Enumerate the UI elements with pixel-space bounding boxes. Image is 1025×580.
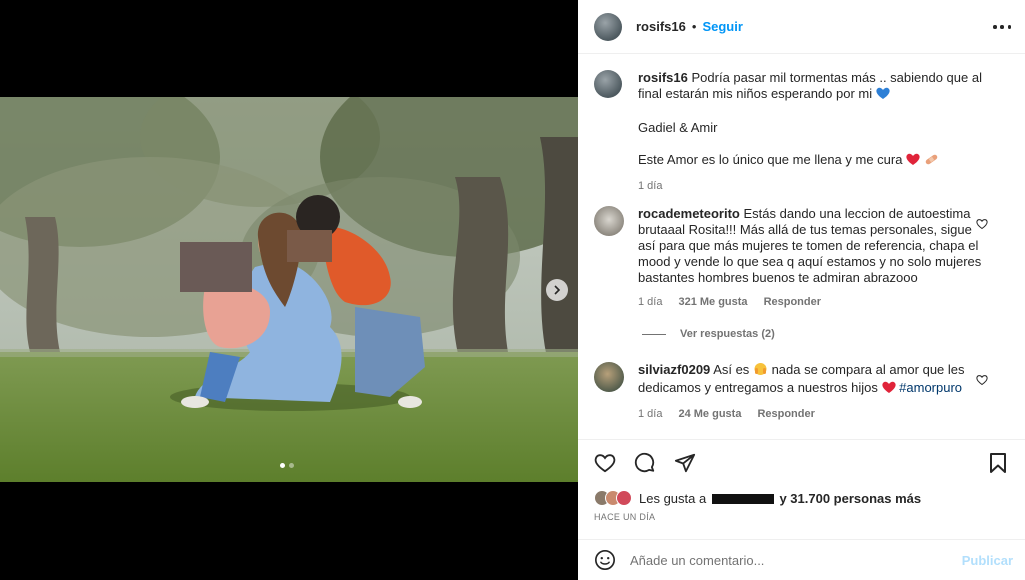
- comment-icon: [634, 452, 655, 473]
- carousel-next-button[interactable]: [546, 279, 568, 301]
- heart-icon[interactable]: [976, 218, 988, 230]
- reply-button[interactable]: Responder: [757, 406, 814, 422]
- bandage-icon: [924, 153, 939, 170]
- view-replies-button[interactable]: Ver respuestas (2): [642, 328, 775, 340]
- comment-likes[interactable]: 321 Me gusta: [678, 294, 747, 310]
- post-header: rosifs16 • Seguir: [578, 0, 1025, 54]
- caption-line2: Gadiel & Amir: [638, 120, 718, 135]
- comment-username[interactable]: silviazf0209: [638, 362, 710, 377]
- header-separator: •: [691, 19, 697, 34]
- comment-input[interactable]: [630, 552, 962, 568]
- share-icon: [674, 453, 696, 473]
- blue-heart-icon: [876, 87, 890, 104]
- carousel-dot-active: [280, 463, 285, 468]
- post-photo[interactable]: [0, 97, 578, 482]
- post-actions: Les gusta a y 31.700 personas más HACE U…: [578, 439, 1025, 539]
- avatar[interactable]: [594, 70, 622, 98]
- media-pane: [0, 0, 578, 580]
- comment-button[interactable]: [632, 450, 658, 476]
- more-icon[interactable]: [993, 18, 1011, 36]
- caption-username[interactable]: rosifs16: [638, 70, 688, 85]
- carousel-dot: [289, 463, 294, 468]
- red-heart-icon: [906, 153, 920, 170]
- avatar[interactable]: [594, 206, 624, 236]
- post-comment-button[interactable]: Publicar: [962, 553, 1013, 568]
- view-replies-label: Ver respuestas (2): [680, 328, 775, 340]
- post-side-panel: rosifs16 • Seguir rosifs16 Podría pasar …: [578, 0, 1025, 580]
- caption-line3: Este Amor es lo único que me llena y me …: [638, 152, 903, 167]
- comment-time[interactable]: 1 día: [638, 406, 662, 422]
- comment-username[interactable]: rocademeteorito: [638, 206, 740, 221]
- follow-button[interactable]: Seguir: [702, 19, 742, 34]
- carousel-dots: [280, 463, 294, 468]
- likes-prefix: Les gusta a: [639, 490, 707, 506]
- caption-line1: Podría pasar mil tormentas más .. sabien…: [638, 70, 982, 101]
- post-viewer: rosifs16 • Seguir rosifs16 Podría pasar …: [0, 0, 1025, 580]
- comment-text-start: Así es: [713, 362, 750, 377]
- heart-icon: [594, 454, 616, 473]
- comment: silviazf0209 Así es nada se compara al a…: [594, 362, 994, 432]
- like-button[interactable]: [592, 450, 618, 476]
- comment-time[interactable]: 1 día: [638, 294, 662, 310]
- comments-list[interactable]: rosifs16 Podría pasar mil tormentas más …: [578, 54, 1025, 439]
- comment-likes[interactable]: 24 Me gusta: [678, 406, 741, 422]
- caption-time[interactable]: 1 día: [638, 178, 662, 194]
- add-comment-bar: Publicar: [578, 539, 1025, 580]
- caption: rosifs16 Podría pasar mil tormentas más …: [594, 70, 994, 192]
- hashtag-link[interactable]: #amorpuro: [899, 380, 962, 395]
- reply-button[interactable]: Responder: [764, 294, 821, 310]
- bookmark-icon: [990, 453, 1006, 473]
- avatar[interactable]: [594, 12, 622, 41]
- heart-icon[interactable]: [976, 374, 988, 386]
- save-button[interactable]: [985, 450, 1011, 476]
- avatar[interactable]: [594, 362, 624, 392]
- header-username[interactable]: rosifs16: [636, 19, 686, 34]
- share-button[interactable]: [672, 450, 698, 476]
- divider: [642, 333, 666, 335]
- redacted-username: [711, 494, 774, 505]
- face-hands-icon: [753, 362, 768, 380]
- emoji-icon[interactable]: [594, 549, 616, 571]
- likes-summary[interactable]: Les gusta a y 31.700 personas más: [594, 490, 921, 506]
- red-heart-icon: [881, 381, 896, 398]
- comment: rocademeteorito Estás dando una leccion …: [594, 206, 994, 326]
- avatar: [616, 490, 632, 506]
- post-timestamp[interactable]: HACE UN DÍA: [594, 512, 655, 522]
- likes-count[interactable]: y 31.700 personas más: [779, 491, 921, 506]
- chevron-right-icon: [554, 285, 561, 295]
